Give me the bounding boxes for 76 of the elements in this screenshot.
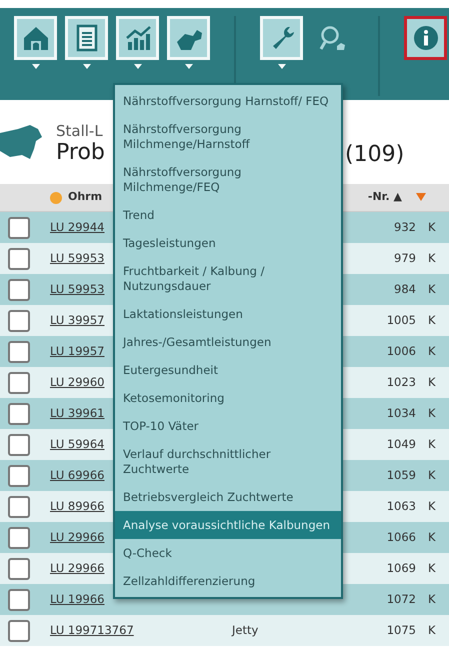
caret-icon — [134, 64, 142, 69]
table-cell-text: 1023 — [386, 374, 416, 391]
menu-item[interactable]: Fruchtbarkeit / Kalbung / Nutzungsdauer — [115, 257, 341, 300]
info-icon — [412, 24, 440, 52]
menu-item[interactable]: Jahres-/Gesamtleistungen — [115, 328, 341, 356]
table-cell-text: K — [428, 528, 436, 546]
menu-item[interactable]: TOP-10 Väter — [115, 412, 341, 440]
caret-icon — [278, 64, 286, 69]
row-checkbox[interactable] — [8, 496, 30, 518]
menu-item[interactable]: Nährstoffversorgung Harnstoff/ FEQ — [115, 87, 341, 115]
table-cell-text: 979 — [393, 250, 416, 267]
menu-item[interactable]: Trend — [115, 201, 341, 229]
table-cell-text: 1072 — [386, 590, 416, 608]
filter-icon — [416, 193, 426, 202]
table-cell-text: K — [428, 374, 436, 391]
table-cell-text: K — [428, 466, 436, 484]
menu-item[interactable]: Verlauf durchschnittlicher Zuchtwerte — [115, 440, 341, 483]
house-icon — [22, 24, 50, 52]
row-checkbox[interactable] — [8, 588, 30, 610]
row-checkbox[interactable] — [8, 434, 30, 456]
table-cell-text: K — [428, 436, 436, 453]
row-checkbox[interactable] — [8, 402, 30, 424]
table-cell-text: 1066 — [386, 528, 416, 546]
row-checkbox[interactable] — [8, 464, 30, 486]
menu-item[interactable]: Analyse voraussichtliche Kalbungen — [115, 511, 341, 539]
row-checkbox[interactable] — [8, 278, 30, 300]
menu-item[interactable]: Nährstoffversorgung Milchmenge/FEQ — [115, 158, 341, 201]
table-cell-text: K — [428, 404, 436, 422]
page-title: Prob — [56, 142, 105, 164]
table-cell-text: 1049 — [386, 436, 416, 453]
table-cell-text: 1075 — [386, 622, 416, 639]
sort-icon — [50, 192, 62, 204]
table-cell-text: 1063 — [386, 498, 416, 515]
menu-item[interactable]: Q-Check — [115, 539, 341, 567]
menu-item[interactable]: Ketosemonitoring — [115, 384, 341, 412]
table-cell-text: 1069 — [386, 560, 416, 577]
table-cell-text: 1059 — [386, 466, 416, 484]
row-checkbox[interactable] — [8, 526, 30, 548]
row-checkbox[interactable] — [8, 248, 30, 270]
page-subtitle: Stall-L — [56, 120, 104, 142]
row-checkbox[interactable] — [8, 372, 30, 394]
table-cell-text: K — [428, 622, 436, 639]
column-header[interactable]: Ohrm — [68, 189, 102, 206]
menu-item[interactable]: Eutergesundheit — [115, 356, 341, 384]
row-checkbox[interactable] — [8, 558, 30, 580]
table-cell-text: K — [428, 560, 436, 577]
cow-name: Jetty — [230, 622, 260, 639]
table-cell-text: K — [428, 280, 436, 298]
caret-icon — [32, 64, 40, 69]
menu-item[interactable]: Laktationsleistungen — [115, 300, 341, 328]
caret-icon — [82, 64, 90, 69]
table-cell-text: 1006 — [386, 342, 416, 360]
menu-item[interactable]: Betriebsvergleich Zuchtwerte — [115, 483, 341, 511]
table-cell-text: K — [428, 342, 436, 360]
table-cell-text: K — [428, 498, 436, 515]
row-checkbox[interactable] — [8, 216, 30, 238]
toolbar-button[interactable] — [404, 16, 447, 60]
table-cell-text: 1005 — [386, 312, 416, 329]
row-checkbox[interactable] — [8, 310, 30, 332]
caret-icon — [184, 64, 192, 69]
table-cell-text: 932 — [393, 218, 416, 236]
table-cell-text: K — [428, 312, 436, 329]
row-checkbox[interactable] — [8, 620, 30, 642]
search-icon — [318, 24, 346, 52]
ear-tag-link[interactable]: LU 199713767 — [50, 622, 202, 640]
table-cell-text: K — [428, 590, 436, 608]
table-cell-text: 984 — [393, 280, 416, 298]
menu-item[interactable]: Tagesleistungen — [115, 229, 341, 257]
table-cell-text: 1034 — [386, 404, 416, 422]
chart-icon — [124, 24, 152, 52]
menu-item[interactable]: Zellzahldifferenzierung — [115, 567, 341, 595]
record-count: (109) — [345, 141, 404, 169]
menu-item[interactable]: Nährstoffversorgung Milchmenge/Harnstoff — [115, 115, 341, 158]
row-checkbox[interactable] — [8, 340, 30, 362]
table-cell-text: K — [428, 218, 436, 236]
table-cell-text: K — [428, 250, 436, 267]
